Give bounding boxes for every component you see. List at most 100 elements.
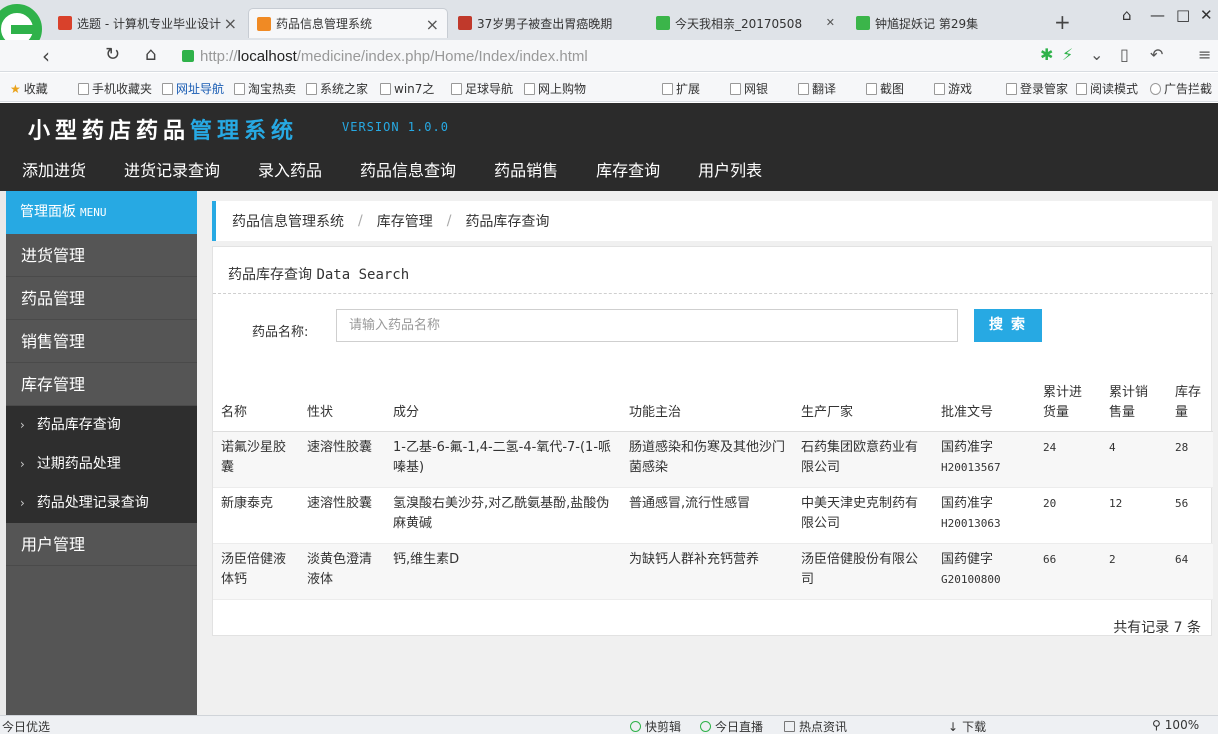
bookmark-item[interactable]: ★ 收藏: [10, 80, 48, 97]
page-favicon-icon: [856, 16, 870, 30]
tab-title: 37岁男子被查出胃癌晚期: [477, 16, 613, 31]
browser-tab[interactable]: 选题 - 计算机专业毕业设计 ×: [50, 8, 245, 38]
bookmark-item[interactable]: 网址导航: [162, 80, 224, 97]
cell-form: 速溶性胶囊: [299, 487, 385, 544]
close-icon[interactable]: ×: [224, 14, 237, 33]
bookmark-item[interactable]: 系统之家: [306, 80, 368, 97]
chevron-down-icon[interactable]: ⌄: [1090, 45, 1103, 64]
cell-form: 速溶性胶囊: [299, 431, 385, 488]
browser-tab-strip: 选题 - 计算机专业毕业设计 × 药品信息管理系统 × 37岁男子被查出胃癌晚期…: [0, 0, 1218, 54]
url-field[interactable]: http://localhost/medicine/index.php/Home…: [182, 43, 1062, 69]
undo-icon[interactable]: ↶: [1150, 45, 1163, 64]
status-today-picks[interactable]: 今日优选: [2, 718, 50, 734]
url-prefix: http://: [200, 47, 238, 65]
cell-indications: 为缺钙人群补充钙营养: [621, 543, 793, 600]
bookmark-item[interactable]: 淘宝热卖: [234, 80, 296, 97]
column-header: 名称: [213, 369, 299, 432]
secure-icon: [182, 50, 194, 62]
play-icon: [630, 721, 641, 732]
cell-stock: 56: [1167, 487, 1213, 544]
top-menu-enter-medicine[interactable]: 录入药品: [236, 159, 338, 189]
sidebar-item-sales[interactable]: 销售管理: [6, 320, 197, 363]
screenshot-button[interactable]: 截图: [866, 80, 904, 97]
translate-icon: [798, 82, 809, 95]
close-icon[interactable]: ×: [426, 15, 439, 34]
record-count: 共有记录 7 条: [1113, 620, 1201, 636]
bookmark-item[interactable]: 手机收藏夹: [78, 80, 152, 97]
translate-button[interactable]: 翻译: [798, 80, 836, 97]
top-menu-user-list[interactable]: 用户列表: [676, 159, 778, 189]
bookmark-item[interactable]: win7之: [380, 80, 434, 97]
cell-stock: 28: [1167, 431, 1213, 488]
maximize-icon[interactable]: □: [1176, 6, 1190, 24]
sidebar-header: 管理面板 MENU: [6, 191, 197, 234]
reader-mode-button[interactable]: 阅读模式: [1076, 80, 1138, 97]
tab-title: 钟馗捉妖记 第29集: [875, 16, 979, 31]
sidebar-subitem-stock-query[interactable]: › 药品库存查询: [6, 406, 197, 445]
status-live[interactable]: 今日直播: [700, 718, 763, 734]
cell-manufacturer: 中美天津史克制药有限公司: [793, 487, 933, 544]
panel-title: 药品库存查询 Data Search: [228, 267, 410, 283]
mute-icon[interactable]: ✕: [826, 16, 835, 29]
search-button[interactable]: 搜索: [974, 309, 1042, 342]
extensions-button[interactable]: 扩展: [662, 80, 700, 97]
back-icon[interactable]: ‹: [42, 44, 50, 68]
new-tab-icon[interactable]: +: [1054, 10, 1071, 34]
bookmarks-bar: ★ 收藏 手机收藏夹 网址导航 淘宝热卖 系统之家 win7之 足球导航 网上购物…: [0, 73, 1218, 102]
security-shield-icon[interactable]: ✱: [1040, 45, 1053, 64]
login-manager-button[interactable]: 登录管家: [1006, 80, 1068, 97]
browser-tab-active[interactable]: 药品信息管理系统 ×: [248, 8, 448, 38]
status-quick-edit[interactable]: 快剪辑: [630, 718, 681, 734]
status-zoom[interactable]: ⚲ 100%: [1152, 718, 1199, 732]
news-icon: [784, 721, 795, 732]
top-menu-medicine-info[interactable]: 药品信息查询: [338, 159, 472, 189]
close-window-icon[interactable]: ✕: [1200, 6, 1213, 24]
bookmark-item[interactable]: 网上购物: [524, 80, 586, 97]
page-favicon-icon: [458, 16, 472, 30]
page-icon: [524, 82, 535, 95]
adblock-button[interactable]: 广告拦截: [1150, 80, 1212, 97]
games-button[interactable]: 游戏: [934, 80, 972, 97]
minimize-icon[interactable]: —: [1150, 6, 1165, 24]
star-icon: ★: [10, 81, 21, 96]
bookmark-item[interactable]: 足球导航: [451, 80, 513, 97]
phone-icon[interactable]: ▯: [1120, 45, 1129, 64]
breadcrumb-separator: /: [446, 213, 452, 229]
browser-tab[interactable]: 钟馗捉妖记 第29集: [848, 8, 1048, 38]
top-menu-medicine-sales[interactable]: 药品销售: [472, 159, 574, 189]
home-icon[interactable]: ⌂: [145, 44, 156, 65]
speed-mode-icon[interactable]: ⚡: [1062, 45, 1073, 64]
search-input[interactable]: 请输入药品名称: [336, 309, 958, 342]
column-header: 累计销售量: [1101, 369, 1167, 432]
table-header-row: 名称 性状 成分 功能主治 生产厂家 批准文号 累计进货量 累计销售量 库存量: [213, 369, 1213, 432]
inventory-table: 名称 性状 成分 功能主治 生产厂家 批准文号 累计进货量 累计销售量 库存量 …: [213, 369, 1213, 600]
status-download[interactable]: ↓ 下载: [948, 718, 986, 734]
breadcrumb-item[interactable]: 药品信息管理系统: [232, 211, 344, 231]
top-menu-inventory[interactable]: 库存查询: [574, 159, 676, 189]
cell-purchased: 66: [1035, 543, 1101, 600]
sidebar: 管理面板 MENU 进货管理 药品管理 销售管理 库存管理 › 药品库存查询 › 过期…: [6, 191, 197, 715]
chevron-right-icon: ›: [20, 496, 25, 510]
sidebar-item-medicine[interactable]: 药品管理: [6, 277, 197, 320]
sidebar-subitem-disposal-records[interactable]: › 药品处理记录查询: [6, 484, 197, 523]
menu-icon[interactable]: ≡: [1198, 45, 1211, 64]
browser-tab[interactable]: 今天我相亲_20170508 ✕: [648, 8, 843, 38]
sidebar-subitem-expired[interactable]: › 过期药品处理: [6, 445, 197, 484]
bank-button[interactable]: 网银: [730, 80, 768, 97]
sidebar-item-inventory[interactable]: 库存管理: [6, 363, 197, 406]
status-news[interactable]: 热点资讯: [784, 718, 847, 734]
skin-icon[interactable]: ⌂: [1122, 6, 1132, 24]
top-menu-purchase-records[interactable]: 进货记录查询: [102, 159, 236, 189]
block-icon: [1150, 82, 1161, 95]
reload-icon[interactable]: ↻: [105, 44, 120, 65]
browser-tab[interactable]: 37岁男子被查出胃癌晚期: [450, 8, 645, 38]
page-favicon-icon: [656, 16, 670, 30]
bank-icon: [730, 82, 741, 95]
sidebar-item-users[interactable]: 用户管理: [6, 523, 197, 566]
cell-sold: 2: [1101, 543, 1167, 600]
top-menu-add-purchase[interactable]: 添加进货: [0, 159, 102, 189]
cell-ingredients: 氢溴酸右美沙芬,对乙酰氨基酚,盐酸伪麻黄碱: [385, 487, 621, 544]
breadcrumb-item[interactable]: 库存管理: [377, 211, 433, 231]
cell-indications: 肠道感染和伤寒及其他沙门菌感染: [621, 431, 793, 488]
sidebar-item-purchase[interactable]: 进货管理: [6, 234, 197, 277]
